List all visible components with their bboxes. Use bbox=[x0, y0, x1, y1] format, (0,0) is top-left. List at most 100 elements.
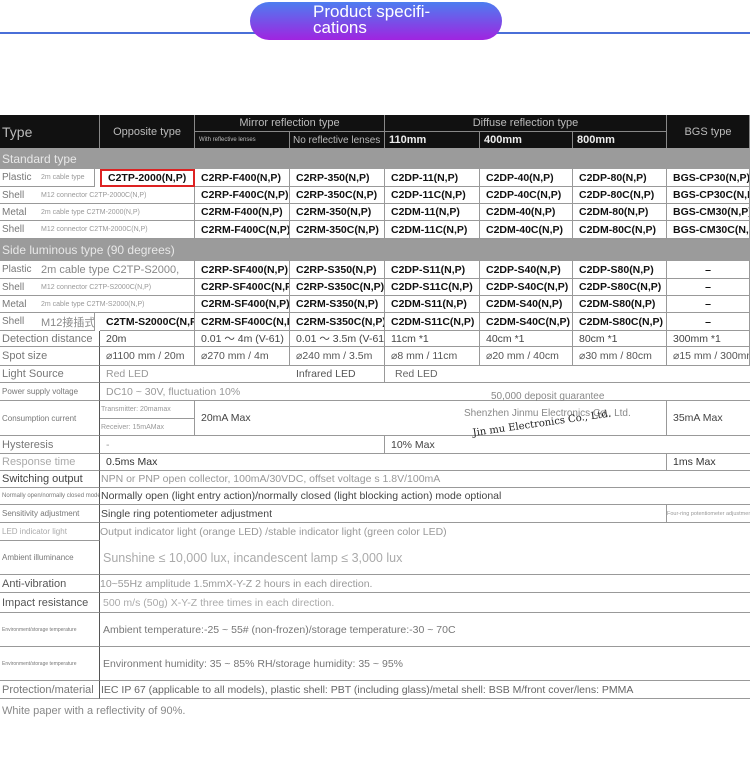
light-red-diffuse: Red LED bbox=[385, 366, 750, 383]
light-red: Red LED bbox=[100, 366, 290, 383]
model-cell: BGS-CM30(N,P) bbox=[667, 204, 750, 221]
sensitivity-label: Sensitivity adjustment bbox=[0, 505, 100, 523]
model-cell: C2DM-S40C(N,P) bbox=[480, 313, 573, 331]
sensitivity-bgs: Four-ring potentiometer adjustment bbox=[667, 505, 750, 523]
model-cell: C2DM-S40(N,P) bbox=[480, 296, 573, 313]
model-cell: BGS-CM30C(N,P) bbox=[667, 221, 750, 239]
shell-label: Shell bbox=[0, 279, 40, 296]
model-cell: C2DM-S80C(N,P) bbox=[573, 313, 667, 331]
spot-value: ⌀15 mm / 300mm bbox=[667, 347, 750, 366]
detection-label: Detection distance bbox=[0, 331, 100, 347]
model-cell: C2RP-SF400C(N,P) bbox=[195, 279, 290, 296]
shell-label: Plastic bbox=[0, 169, 40, 187]
connector-type: M12 connector C2TM-2000C(N,P) bbox=[40, 221, 195, 239]
watermark-deposit: 50,000 deposit guarantee bbox=[491, 391, 605, 402]
model-cell: C2DP-40(N,P) bbox=[480, 169, 573, 187]
model-cell: C2RP-S350(N,P) bbox=[290, 261, 385, 279]
hysteresis-label: Hysteresis bbox=[0, 436, 100, 454]
model-cell: C2RM-S350(N,P) bbox=[290, 296, 385, 313]
band-side-type: Side luminous type (90 degrees) bbox=[0, 239, 750, 261]
shell-label: Shell bbox=[0, 313, 40, 331]
light-ir: Infrared LED bbox=[290, 366, 385, 383]
band-standard-type: Standard type bbox=[0, 148, 750, 169]
response-value: 0.5ms Max bbox=[100, 454, 667, 471]
current-transmitter: Transmitter: 20mamax bbox=[100, 401, 195, 419]
connector-type: 2m cable type bbox=[40, 169, 95, 187]
model-cell: C2RP-F400(N,P) bbox=[195, 169, 290, 187]
section-title-banner: Product specifi- cations bbox=[250, 2, 502, 40]
model-cell: C2DP-S40C(N,P) bbox=[480, 279, 573, 296]
current-bgs: 35mA Max bbox=[667, 401, 750, 436]
header-diffuse: Diffuse reflection type bbox=[385, 115, 667, 132]
model-cell: C2RP-S350C(N,P) bbox=[290, 279, 385, 296]
shell-label: Shell bbox=[0, 221, 40, 239]
model-cell: C2DP-11C(N,P) bbox=[385, 187, 480, 204]
header-110mm: 110mm bbox=[385, 132, 480, 148]
model-cell: C2RM-SF400(N,P) bbox=[195, 296, 290, 313]
model-cell: C2DP-S11(N,P) bbox=[385, 261, 480, 279]
model-cell: C2DP-80C(N,P) bbox=[573, 187, 667, 204]
spot-value: ⌀270 mm / 4m bbox=[195, 347, 290, 366]
switching-label: Switching output bbox=[0, 471, 100, 488]
ambient-value: Sunshine ≤ 10,000 lux, incandescent lamp… bbox=[100, 541, 750, 575]
model-cell: C2RM-F400C(N,P) bbox=[195, 221, 290, 239]
spot-value: ⌀1100 mm / 20m bbox=[100, 347, 195, 366]
header-type: Type bbox=[0, 115, 100, 148]
model-cell: C2RM-350(N,P) bbox=[290, 204, 385, 221]
footnote: White paper with a reflectivity of 90%. bbox=[2, 705, 186, 717]
vibration-label: Anti-vibration bbox=[0, 575, 100, 593]
current-receiver: Receiver: 15mAMax bbox=[100, 419, 195, 436]
current-label: Consumption current bbox=[0, 401, 100, 436]
spot-value: ⌀20 mm / 40cm bbox=[480, 347, 573, 366]
mode-value: Normally open (light entry action)/norma… bbox=[100, 488, 750, 505]
light-label: Light Source bbox=[0, 366, 100, 383]
spot-value: ⌀30 mm / 80cm bbox=[573, 347, 667, 366]
detection-value: 300mm *1 bbox=[667, 331, 750, 347]
response-label: Response time bbox=[0, 454, 100, 471]
led-label: LED indicator light bbox=[0, 523, 100, 541]
model-cell: – bbox=[667, 296, 750, 313]
model-cell: C2RP-350(N,P) bbox=[290, 169, 385, 187]
model-cell: C2RP-F400C(N,P) bbox=[195, 187, 290, 204]
model-cell: C2DM-S80(N,P) bbox=[573, 296, 667, 313]
model-cell: C2DP-S40(N,P) bbox=[480, 261, 573, 279]
connector-type: M12 connector C2TP-S2000C(N,P) bbox=[40, 279, 195, 296]
protection-value: IEC IP 67 (applicable to all models), pl… bbox=[100, 681, 750, 699]
model-cell: C2RM-350C(N,P) bbox=[290, 221, 385, 239]
model-cell: C2DM-11(N,P) bbox=[385, 204, 480, 221]
shell-label: Plastic bbox=[0, 261, 40, 279]
model-cell: C2DM-40C(N,P) bbox=[480, 221, 573, 239]
model-cell: C2RP-350C(N,P) bbox=[290, 187, 385, 204]
vibration-value: 10~55Hz amplitude 1.5mmX-Y-Z 2 hours in … bbox=[100, 575, 750, 593]
detection-value: 80cm *1 bbox=[573, 331, 667, 347]
connector-type: M12 connector C2TP-2000C(N,P) bbox=[40, 187, 195, 204]
detection-value: 0.01 ～ 4m (V-61) bbox=[195, 331, 290, 347]
sensitivity-value: Single ring potentiometer adjustment bbox=[100, 505, 667, 523]
humidity-label: Environment/storage temperature bbox=[0, 647, 100, 681]
model-cell: BGS-CP30(N,P) bbox=[667, 169, 750, 187]
header-mirror-with: With reflective lenses bbox=[195, 132, 290, 148]
header-opposite: Opposite type bbox=[100, 115, 195, 148]
model-cell: BGS-CP30C(N,P) bbox=[667, 187, 750, 204]
header-mirror: Mirror reflection type bbox=[195, 115, 385, 132]
model-cell: C2DP-S80(N,P) bbox=[573, 261, 667, 279]
switching-value: NPN or PNP open collector, 100mA/30VDC, … bbox=[100, 471, 750, 488]
shell-label: Shell bbox=[0, 187, 40, 204]
model-cell: – bbox=[667, 313, 750, 331]
model-cell: C2DM-S11(N,P) bbox=[385, 296, 480, 313]
model-cell: C2RM-SF400C(N,P) bbox=[195, 313, 290, 331]
shell-label: Metal bbox=[0, 296, 40, 313]
section-title: Product specifi- cations bbox=[313, 2, 431, 37]
spot-value: ⌀240 mm / 3.5m bbox=[290, 347, 385, 366]
model-cell: – bbox=[667, 279, 750, 296]
ambient-label: Ambient illuminance bbox=[0, 541, 100, 575]
spot-label: Spot size bbox=[0, 347, 100, 366]
hysteresis-value: - bbox=[100, 436, 385, 454]
connector-type: 2m cable type C2TP-S2000, bbox=[40, 261, 195, 279]
header-400mm: 400mm bbox=[480, 132, 573, 148]
model-cell: C2DM-S11C(N,P) bbox=[385, 313, 480, 331]
model-cell: C2RP-SF400(N,P) bbox=[195, 261, 290, 279]
model-cell: C2DM-80(N,P) bbox=[573, 204, 667, 221]
connector-type: 2m cable type C2TM-S2000(N,P) bbox=[40, 296, 195, 313]
connector-type: M12接插式 bbox=[40, 313, 95, 331]
